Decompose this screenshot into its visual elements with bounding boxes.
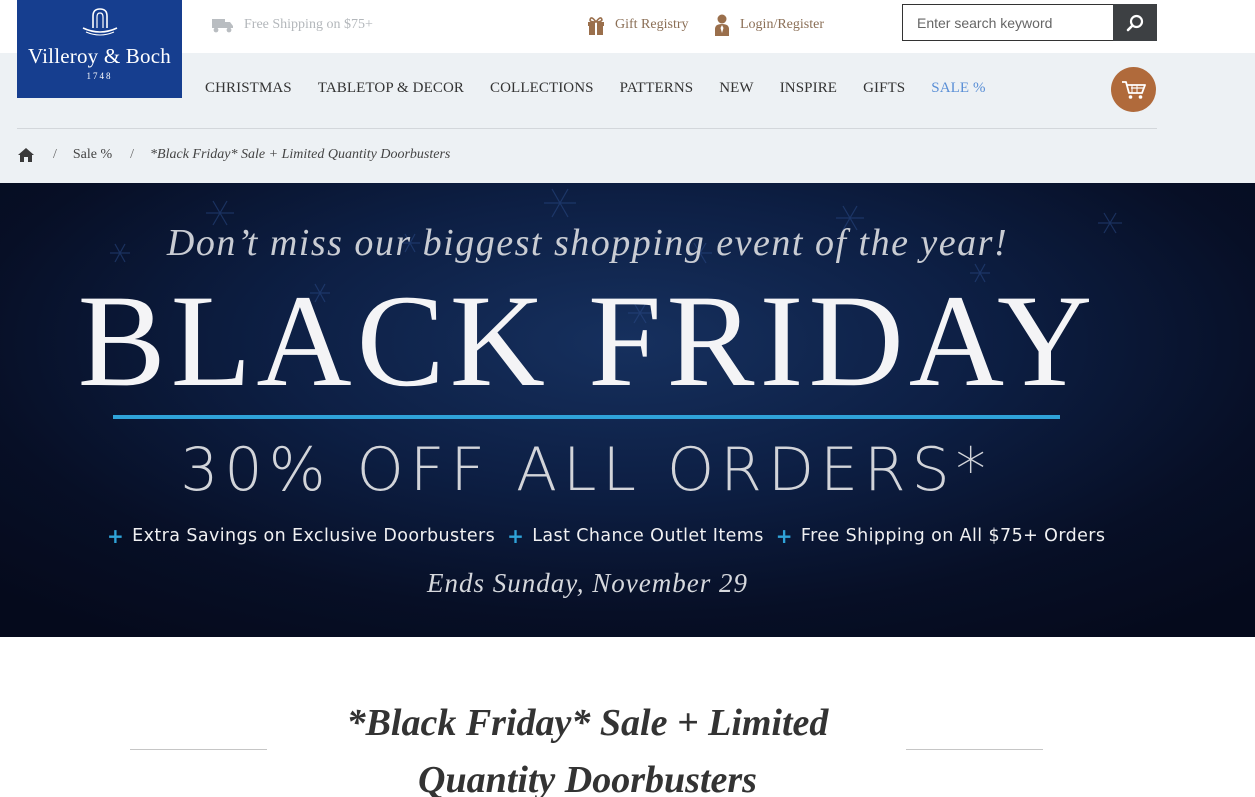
search-input[interactable] [902, 4, 1113, 41]
nav-sale[interactable]: SALE % [931, 80, 985, 100]
plus-icon: + [107, 524, 125, 548]
gift-registry-link[interactable]: Gift Registry [587, 14, 689, 36]
nav-gifts[interactable]: GIFTS [863, 80, 905, 100]
banner-accent-rule [113, 415, 1060, 419]
main-navigation: CHRISTMAS TABLETOP & DECOR COLLECTIONS P… [205, 80, 1012, 100]
free-shipping-notice: Free Shipping on $75+ [212, 14, 373, 36]
banner-perks: + Extra Savings on Exclusive Doorbusters… [107, 524, 1117, 548]
banner-end-date: Ends Sunday, November 29 [427, 568, 748, 598]
brand-logo[interactable]: Villeroy & Boch 1748 [17, 0, 182, 98]
cart-button[interactable] [1111, 67, 1156, 112]
header-divider [17, 128, 1157, 129]
truck-icon [212, 19, 233, 33]
plus-icon: + [507, 524, 525, 548]
breadcrumb-separator: / [130, 147, 135, 162]
nav-inspire[interactable]: INSPIRE [780, 80, 837, 100]
banner-tagline: Don’t miss our biggest shopping event of… [166, 222, 1009, 264]
breadcrumb-separator: / [53, 147, 57, 162]
title-divider-right [906, 749, 1043, 750]
nav-collections[interactable]: COLLECTIONS [490, 80, 594, 100]
perk-item: Extra Savings on Exclusive Doorbusters [132, 526, 496, 546]
page-title: *Black Friday* Sale + Limited Quantity D… [346, 702, 829, 797]
search-bar [902, 4, 1157, 41]
home-icon[interactable] [17, 147, 35, 163]
login-register-link[interactable]: Login/Register [714, 14, 824, 36]
shopping-cart-icon [1121, 80, 1146, 99]
perk-item: Free Shipping on All $75+ Orders [800, 526, 1106, 546]
brand-name: Villeroy & Boch [28, 44, 171, 68]
nav-new[interactable]: NEW [719, 80, 753, 100]
plus-icon: + [775, 524, 793, 548]
search-icon [1126, 14, 1144, 31]
brand-emblem-icon [82, 8, 118, 36]
title-divider-left [130, 749, 267, 750]
gift-icon [588, 17, 604, 35]
breadcrumb-sale[interactable]: Sale % [73, 147, 112, 163]
brand-year: 1748 [86, 71, 113, 81]
nav-christmas[interactable]: CHRISTMAS [205, 80, 292, 100]
breadcrumb: / Sale % / *Black Friday* Sale + Limited… [17, 144, 450, 166]
gift-registry-label: Gift Registry [615, 17, 689, 32]
user-icon [715, 14, 729, 36]
login-register-label: Login/Register [740, 17, 824, 32]
banner-headline: BLACK FRIDAY [77, 267, 1098, 414]
nav-tabletop-decor[interactable]: TABLETOP & DECOR [318, 80, 464, 100]
shipping-text: Free Shipping on $75+ [244, 17, 373, 32]
breadcrumb-current: *Black Friday* Sale + Limited Quantity D… [150, 147, 451, 162]
search-button[interactable] [1113, 4, 1157, 41]
black-friday-banner[interactable]: Don’t miss our biggest shopping event of… [0, 183, 1255, 637]
perk-item: Last Chance Outlet Items [532, 526, 764, 546]
nav-patterns[interactable]: PATTERNS [620, 80, 694, 100]
banner-offer: 30% OFF ALL ORDERS* [180, 435, 992, 505]
